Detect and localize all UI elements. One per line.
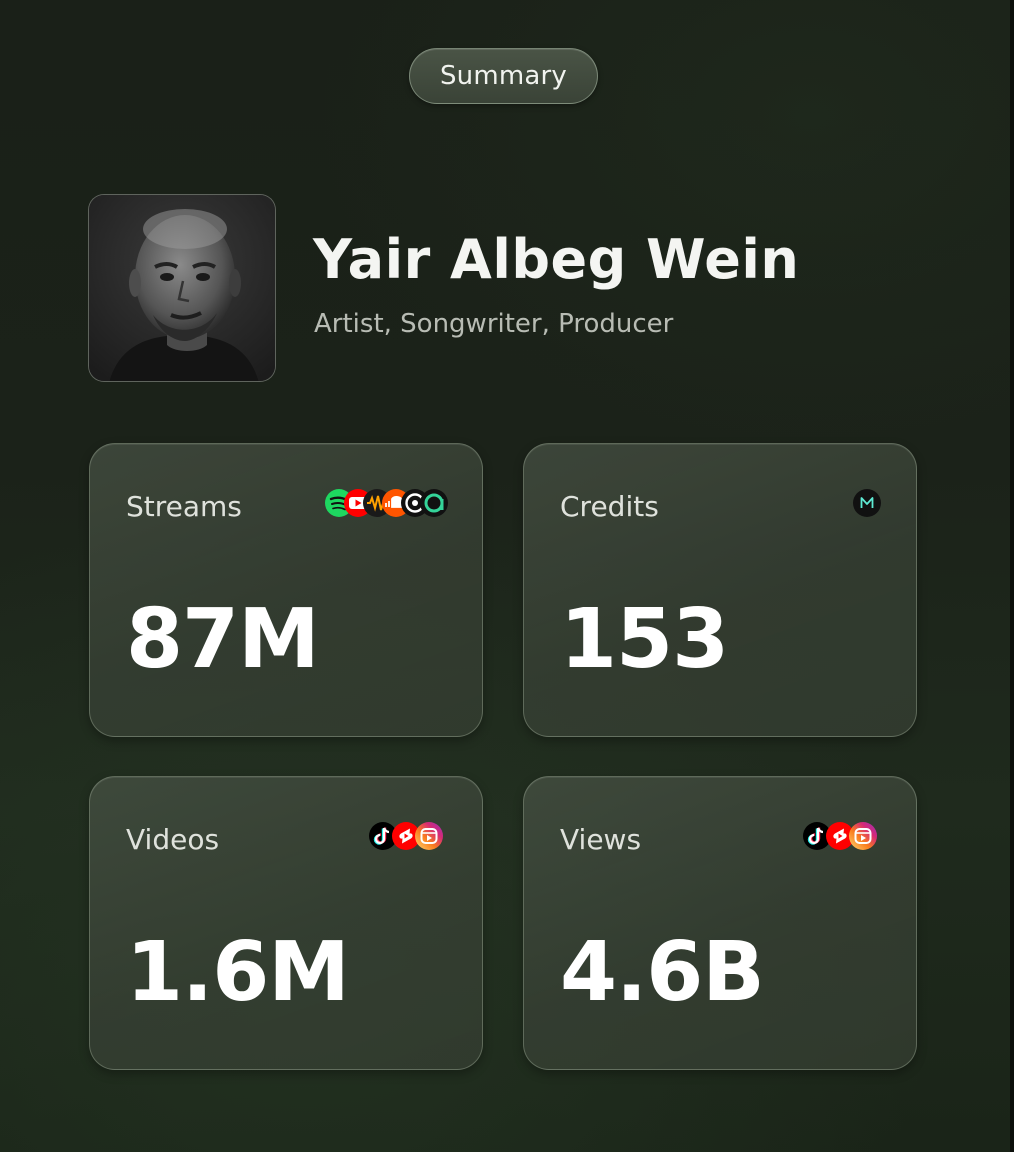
instagram-reels-icon	[849, 822, 877, 850]
summary-label: Summary	[439, 61, 568, 91]
stat-label: Streams	[126, 490, 242, 523]
stat-label: Videos	[126, 823, 220, 856]
platform-icons	[802, 821, 882, 851]
summary-tab[interactable]: Summary	[409, 48, 598, 104]
stat-card-videos[interactable]: Videos 1.6M	[89, 776, 483, 1070]
stat-label: Credits	[560, 490, 659, 523]
stat-card-views[interactable]: Views 4.6B	[523, 776, 917, 1070]
artist-name: Yair Albeg Wein	[313, 228, 800, 291]
anghami-icon	[420, 489, 448, 517]
stat-value: 153	[560, 592, 729, 687]
credits-platform-icon	[853, 489, 881, 517]
platform-icons	[324, 488, 450, 518]
stat-card-credits[interactable]: Credits 153	[523, 443, 917, 737]
avatar	[88, 194, 276, 382]
stat-value: 87M	[126, 592, 320, 687]
platform-icons	[368, 821, 448, 851]
stat-value: 1.6M	[126, 925, 350, 1020]
platform-icons	[852, 488, 882, 518]
stat-card-streams[interactable]: Streams 87M	[89, 443, 483, 737]
instagram-reels-icon	[415, 822, 443, 850]
stat-label: Views	[560, 823, 642, 856]
artist-portrait-icon	[89, 195, 275, 381]
window-edge	[1010, 0, 1014, 1152]
stat-value: 4.6B	[560, 925, 765, 1020]
artist-roles: Artist, Songwriter, Producer	[314, 309, 674, 339]
